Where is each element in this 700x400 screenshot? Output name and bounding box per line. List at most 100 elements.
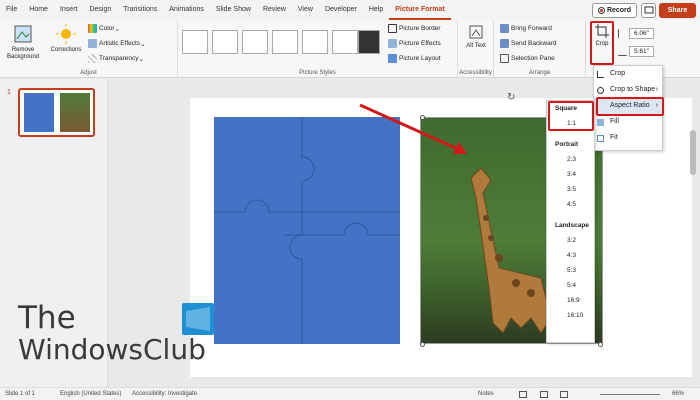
- width-icon: [618, 47, 627, 56]
- tab-picture-format[interactable]: Picture Format: [389, 1, 451, 20]
- tab-home[interactable]: Home: [23, 0, 54, 20]
- vertical-scrollbar[interactable]: [690, 130, 696, 175]
- aspect-ratio-highlight: [596, 97, 664, 116]
- tab-help[interactable]: Help: [363, 0, 389, 20]
- send-backward-label: Send Backward: [511, 40, 557, 47]
- picture-style-6[interactable]: [332, 30, 358, 54]
- menu-item-crop[interactable]: Crop: [594, 66, 662, 82]
- shape-width-field[interactable]: 5.61": [618, 46, 654, 57]
- color-label: Color: [99, 25, 115, 32]
- sun-icon: [56, 24, 76, 44]
- picture-style-1[interactable]: [182, 30, 208, 54]
- ratio-3-4[interactable]: 3:4: [547, 167, 594, 182]
- picture-effects-icon: [388, 39, 397, 48]
- chevron-right-icon: ›: [655, 86, 658, 93]
- color-button[interactable]: Color ⌄: [88, 24, 120, 33]
- tab-transitions[interactable]: Transitions: [117, 0, 163, 20]
- tab-developer[interactable]: Developer: [319, 0, 363, 20]
- menu-item-fill[interactable]: Fill: [594, 114, 662, 130]
- picture-effects-button[interactable]: Picture Effects: [388, 39, 441, 48]
- slide-thumbnail-1[interactable]: [18, 88, 95, 137]
- chevron-down-icon: ⌄: [114, 25, 120, 33]
- selection-handle[interactable]: [598, 342, 603, 347]
- fill-icon: [597, 119, 604, 126]
- ratio-4-5[interactable]: 4:5: [547, 197, 594, 212]
- slide-sorter-icon[interactable]: [540, 391, 548, 398]
- thumbnail-puzzle: [24, 93, 54, 132]
- send-backward-button[interactable]: Send Backward: [500, 39, 557, 48]
- alt-text-button[interactable]: Alt Text: [462, 24, 490, 50]
- picture-style-4[interactable]: [272, 30, 298, 54]
- menu-label: Crop: [610, 70, 626, 77]
- ratio-3-5[interactable]: 3:5: [547, 182, 594, 197]
- ratio-4-3[interactable]: 4:3: [547, 248, 594, 263]
- tab-design[interactable]: Design: [83, 0, 117, 20]
- adjust-group-label: Adjust: [80, 70, 97, 76]
- reading-view-icon[interactable]: [560, 391, 568, 398]
- picture-border-label: Picture Border: [399, 25, 441, 32]
- tab-insert[interactable]: Insert: [54, 0, 84, 20]
- picture-style-2[interactable]: [212, 30, 238, 54]
- alt-text-label: Alt Text: [466, 43, 486, 49]
- picture-layout-button[interactable]: Picture Layout: [388, 54, 441, 63]
- share-button[interactable]: Share: [659, 3, 696, 18]
- portrait-header: Portrait: [555, 141, 579, 148]
- height-icon: [618, 29, 627, 38]
- share-label: Share: [667, 7, 688, 14]
- ratio-16-10[interactable]: 16:10: [547, 308, 594, 323]
- picture-styles-group-label: Picture Styles: [299, 70, 336, 76]
- picture-layout-icon: [388, 54, 397, 63]
- rotate-handle-icon[interactable]: ↻: [507, 92, 515, 103]
- ratio-3-2[interactable]: 3:2: [547, 233, 594, 248]
- menu-item-crop-to-shape[interactable]: Crop to Shape ›: [594, 82, 662, 98]
- watermark-logo-icon: [182, 303, 214, 335]
- chevron-down-icon: ⌄: [140, 40, 146, 48]
- arrange-group-label: Arrange: [528, 70, 551, 76]
- artistic-effects-button[interactable]: Artistic Effects ⌄: [88, 39, 146, 48]
- transparency-button[interactable]: Transparency ⌄: [88, 54, 144, 63]
- tab-slide-show[interactable]: Slide Show: [210, 0, 257, 20]
- ratio-2-3[interactable]: 2:3: [547, 152, 594, 167]
- picture-style-7[interactable]: [358, 30, 380, 54]
- tab-view[interactable]: View: [292, 0, 319, 20]
- comments-button[interactable]: [641, 3, 656, 18]
- picture-layout-label: Picture Layout: [399, 55, 441, 62]
- watermark-line2: WindowsClub: [18, 333, 206, 366]
- width-value: 5.61": [629, 46, 654, 57]
- tab-file[interactable]: File: [0, 0, 23, 20]
- accessibility-group: Alt Text Accessibility: [458, 20, 494, 78]
- tab-review[interactable]: Review: [257, 0, 292, 20]
- shape-height-field[interactable]: 6.06": [618, 28, 654, 39]
- remove-background-icon: [14, 25, 32, 43]
- language-status[interactable]: English (United States): [60, 391, 121, 397]
- remove-background-label: Remove Background: [6, 47, 40, 60]
- crop-highlight: [590, 21, 614, 65]
- ratio-5-4[interactable]: 5:4: [547, 278, 594, 293]
- remove-background-button[interactable]: Remove Background: [6, 24, 40, 61]
- picture-border-button[interactable]: Picture Border: [388, 24, 441, 33]
- record-button[interactable]: Record: [592, 3, 637, 18]
- normal-view-icon[interactable]: [519, 391, 527, 398]
- ratio-16-9[interactable]: 16:9: [547, 293, 594, 308]
- square-highlight: [548, 101, 594, 131]
- accessibility-status[interactable]: Accessibility: Investigate: [132, 391, 197, 397]
- selection-pane-label: Selection Pane: [511, 55, 555, 62]
- ratio-5-3[interactable]: 5:3: [547, 263, 594, 278]
- bring-forward-button[interactable]: Bring Forward: [500, 24, 552, 33]
- fit-icon: [597, 135, 604, 142]
- corrections-button[interactable]: Corrections: [48, 24, 84, 54]
- alt-text-icon: [469, 25, 483, 39]
- menu-item-fit[interactable]: Fit: [594, 130, 662, 146]
- send-backward-icon: [500, 39, 509, 48]
- slide-number: 1: [7, 89, 11, 96]
- tab-animations[interactable]: Animations: [163, 0, 210, 20]
- notes-button[interactable]: Notes: [478, 391, 494, 397]
- record-icon: [597, 7, 605, 14]
- picture-style-5[interactable]: [302, 30, 328, 54]
- zoom-level[interactable]: 66%: [672, 391, 684, 397]
- picture-style-3[interactable]: [242, 30, 268, 54]
- menu-label: Crop to Shape: [610, 86, 656, 93]
- selection-handle[interactable]: [420, 342, 425, 347]
- zoom-slider[interactable]: [600, 394, 660, 395]
- selection-pane-button[interactable]: Selection Pane: [500, 54, 555, 63]
